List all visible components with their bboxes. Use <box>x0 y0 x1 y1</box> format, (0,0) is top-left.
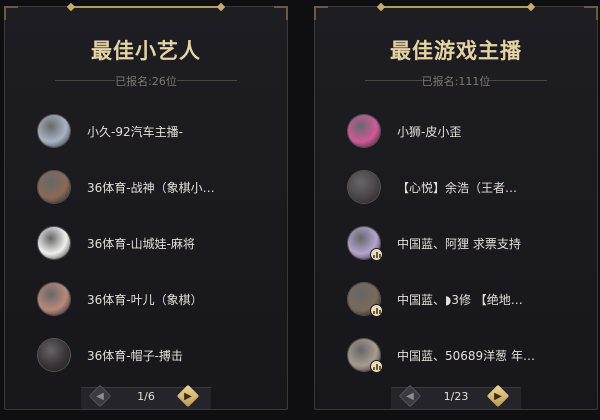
corner-decoration <box>584 6 598 20</box>
candidate-row[interactable]: 小狮-皮小歪 <box>315 103 597 159</box>
avatar <box>347 338 383 373</box>
bar-chart-icon <box>370 304 383 317</box>
candidate-name: 36体育-战神（象棋小… <box>87 180 215 195</box>
avatar <box>347 282 383 317</box>
candidate-name: 中国蓝、50689洋葱 年… <box>397 348 535 363</box>
avatar <box>347 170 381 204</box>
bar-chart-icon <box>370 360 383 373</box>
registered-count: 已报名:111位 <box>421 75 491 88</box>
candidate-name: 36体育-帽子-搏击 <box>87 348 183 363</box>
avatar <box>37 282 71 316</box>
candidate-row[interactable]: 中国蓝、阿狸 求票支持 <box>315 215 597 271</box>
pagination: ◀ 1/23 ▶ <box>315 381 597 409</box>
candidate-row[interactable]: 36体育-战神（象棋小… <box>5 159 287 215</box>
avatar <box>347 114 381 148</box>
corner-decoration <box>274 6 288 20</box>
next-page-button[interactable]: ▶ <box>176 384 200 408</box>
avatar <box>37 170 71 204</box>
chevron-right-icon: ▶ <box>494 390 502 402</box>
candidate-row[interactable]: 中国蓝、◗3修 【绝地… <box>315 271 597 327</box>
candidate-row[interactable]: 36体育-叶儿（象棋） <box>5 271 287 327</box>
candidate-row[interactable]: 中国蓝、50689洋葱 年… <box>315 327 597 383</box>
avatar <box>37 338 71 372</box>
panel-best-game-streamer: 最佳游戏主播 已报名:111位 小狮-皮小歪 【心悦】余浩（王者… 中国蓝、阿狸… <box>314 6 598 410</box>
avatar <box>347 226 383 261</box>
avatar <box>37 226 71 260</box>
panel-title: 最佳游戏主播 <box>390 39 522 63</box>
page-indicator: 1/23 <box>443 390 469 403</box>
top-decoration <box>71 6 221 12</box>
corner-decoration <box>4 6 18 20</box>
page-indicator: 1/6 <box>137 390 155 403</box>
pagination: ◀ 1/6 ▶ <box>5 381 287 409</box>
candidate-name: 中国蓝、◗3修 【绝地… <box>397 292 523 307</box>
top-decoration <box>381 6 531 12</box>
candidate-name: 36体育-山城娃-麻将 <box>87 236 195 251</box>
candidate-name: 【心悦】余浩（王者… <box>397 180 518 195</box>
candidate-name: 小狮-皮小歪 <box>397 124 462 139</box>
candidate-list: 小狮-皮小歪 【心悦】余浩（王者… 中国蓝、阿狸 求票支持 中国蓝、◗3修 【绝… <box>315 103 597 383</box>
candidate-row[interactable]: 36体育-山城娃-麻将 <box>5 215 287 271</box>
panel-best-entertainer: 最佳小艺人 已报名:26位 小久-92汽车主播- 36体育-战神（象棋小… 36… <box>4 6 288 410</box>
candidate-row[interactable]: 小久-92汽车主播- <box>5 103 287 159</box>
bar-chart-icon <box>370 248 383 261</box>
avatar <box>37 114 71 148</box>
candidate-row[interactable]: 36体育-帽子-搏击 <box>5 327 287 383</box>
corner-decoration <box>314 6 328 20</box>
candidate-row[interactable]: 【心悦】余浩（王者… <box>315 159 597 215</box>
registered-count: 已报名:26位 <box>115 75 177 88</box>
candidate-name: 36体育-叶儿（象棋） <box>87 292 203 307</box>
candidate-list: 小久-92汽车主播- 36体育-战神（象棋小… 36体育-山城娃-麻将 36体育… <box>5 103 287 383</box>
candidate-name: 小久-92汽车主播- <box>87 124 183 139</box>
panel-title: 最佳小艺人 <box>91 39 201 63</box>
candidate-name: 中国蓝、阿狸 求票支持 <box>397 236 521 251</box>
chevron-right-icon: ▶ <box>184 390 192 402</box>
next-page-button[interactable]: ▶ <box>486 384 510 408</box>
